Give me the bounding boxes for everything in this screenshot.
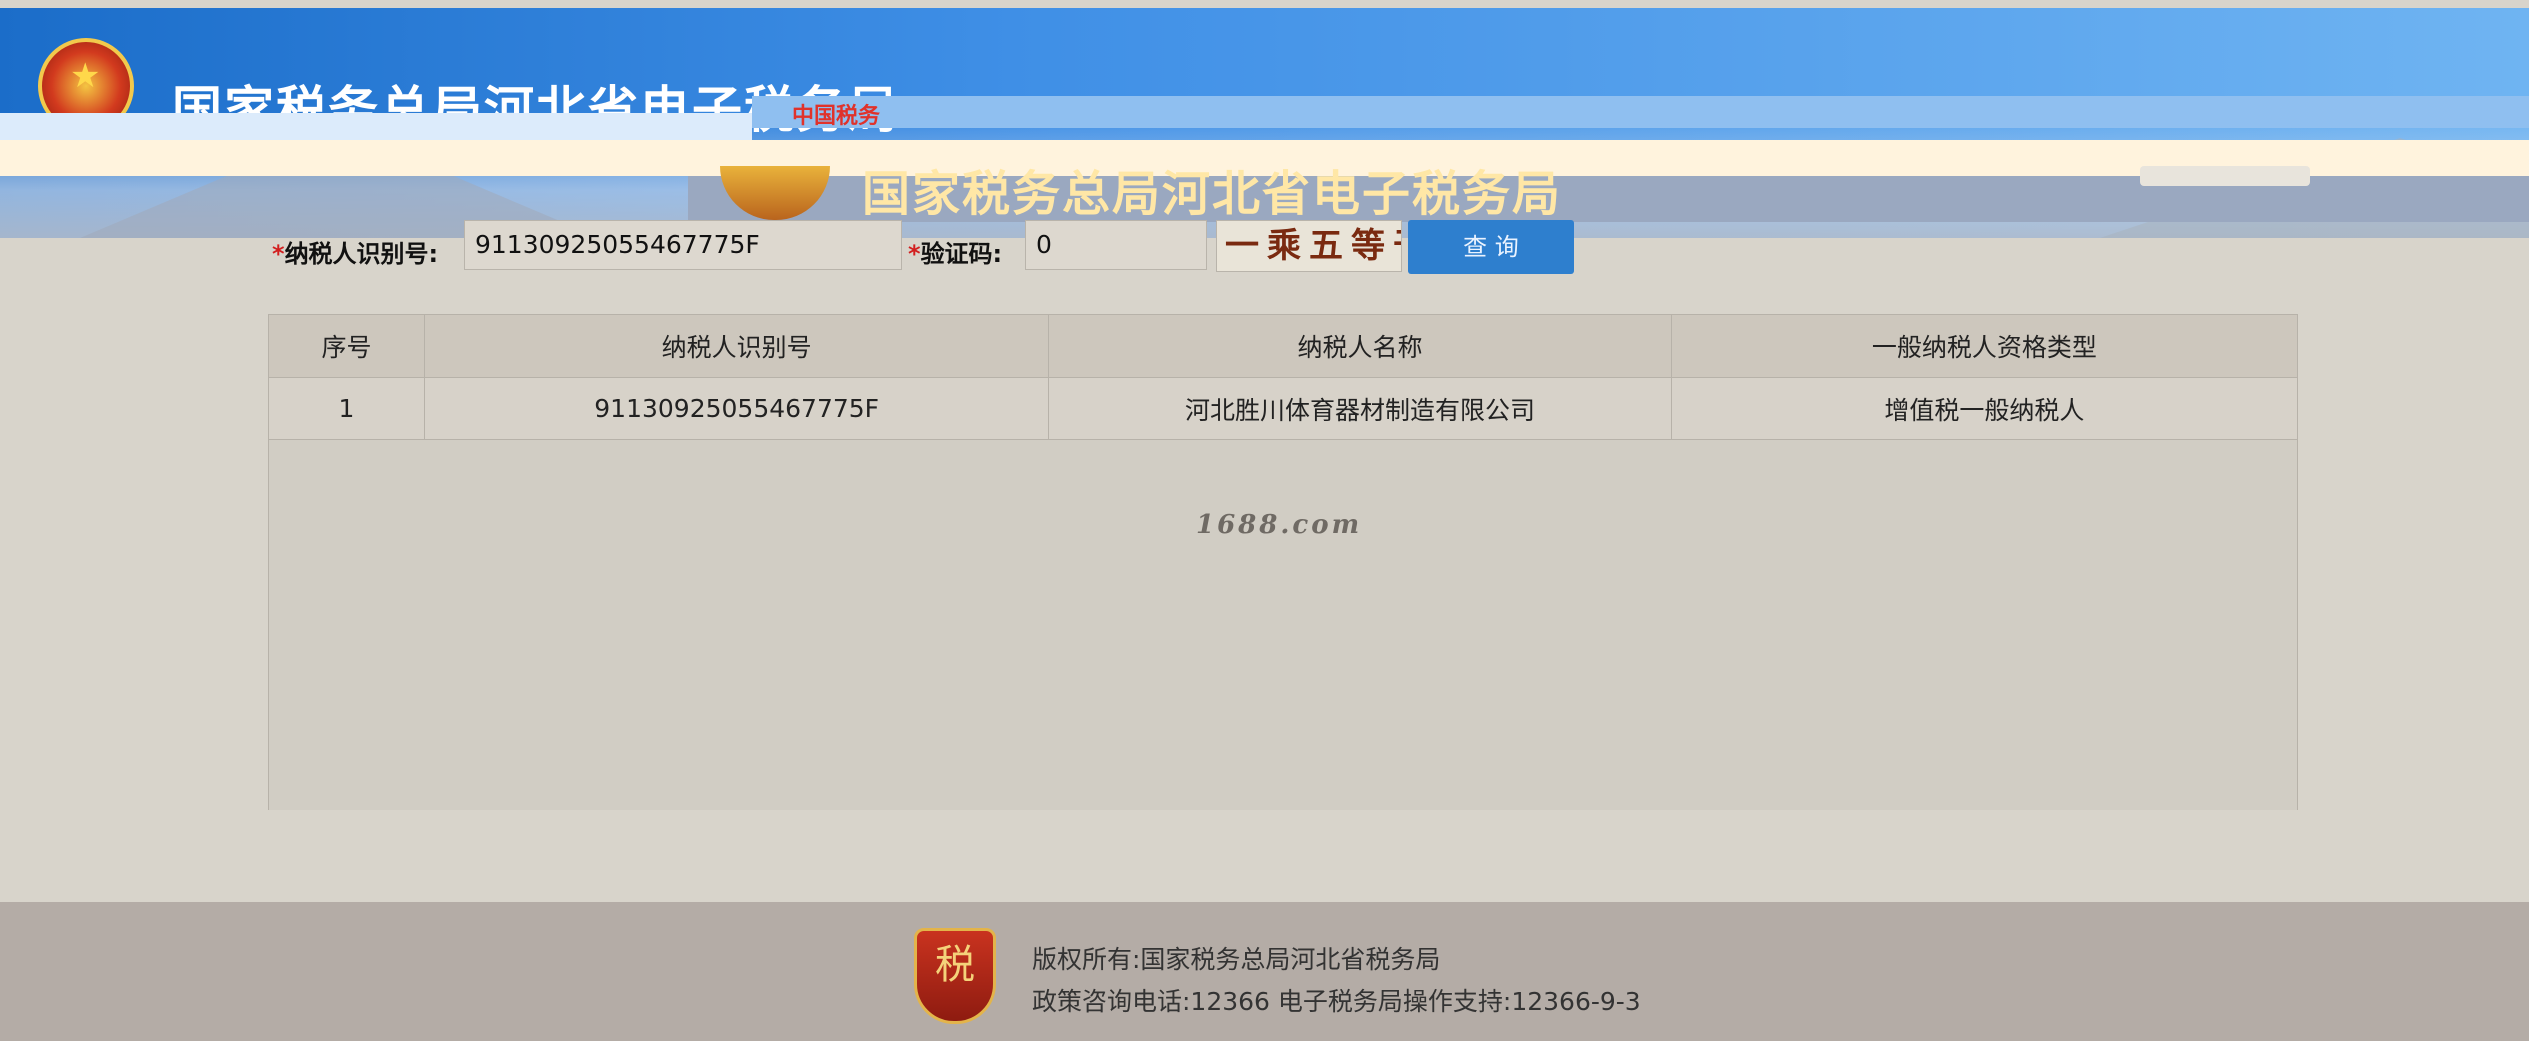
site-footer: 税 版权所有:国家税务总局河北省税务局 政策咨询电话:12366 电子税务局操作…: [0, 902, 2529, 1041]
column-header-qualification-type: 一般纳税人资格类型: [1670, 314, 2299, 378]
stamp-text: 中国税务: [792, 104, 881, 129]
render-artifact: [752, 96, 2529, 128]
captcha-image[interactable]: 一乘五等于?: [1216, 220, 1402, 272]
captcha-input[interactable]: 0: [1025, 220, 1207, 270]
results-table: 序号 纳税人识别号 纳税人名称 一般纳税人资格类型 1 911309250554…: [268, 314, 2299, 810]
required-mark: *: [908, 240, 921, 268]
cell-taxpayer-id: 91130925055467775F: [423, 377, 1050, 440]
table-row[interactable]: 1 91130925055467775F 河北胜川体育器材制造有限公司 增值税一…: [268, 377, 2299, 440]
watermark: 1688.com: [1196, 510, 1363, 540]
column-header-taxpayer-id: 纳税人识别号: [423, 314, 1050, 378]
tax-bureau-logo-icon: 税: [914, 928, 996, 1024]
taxpayer-id-label: *纳税人识别号:: [272, 240, 439, 268]
column-header-taxpayer-name: 纳税人名称: [1048, 314, 1672, 378]
required-mark: *: [272, 240, 285, 268]
overlay-site-title: 国家税务总局河北省电子税务局: [862, 166, 1563, 222]
header-button[interactable]: [2140, 166, 2310, 186]
cell-qualification-type: 增值税一般纳税人: [1670, 377, 2299, 440]
footer-contact: 政策咨询电话:12366 电子税务局操作支持:12366-9-3: [1032, 987, 1641, 1016]
footer-copyright: 版权所有:国家税务总局河北省税务局: [1032, 945, 1441, 974]
captcha-label: *验证码:: [908, 240, 1003, 268]
query-button[interactable]: 查 询: [1408, 220, 1574, 274]
cell-index: 1: [268, 377, 425, 440]
results-grid: 序号 纳税人识别号 纳税人名称 一般纳税人资格类型 1 911309250554…: [268, 314, 2299, 440]
taxpayer-id-input[interactable]: 91130925055467775F: [464, 220, 902, 270]
table-header-row: 序号 纳税人识别号 纳税人名称 一般纳税人资格类型: [268, 314, 2299, 378]
cell-taxpayer-name: 河北胜川体育器材制造有限公司: [1048, 377, 1672, 440]
column-header-index: 序号: [268, 314, 425, 378]
